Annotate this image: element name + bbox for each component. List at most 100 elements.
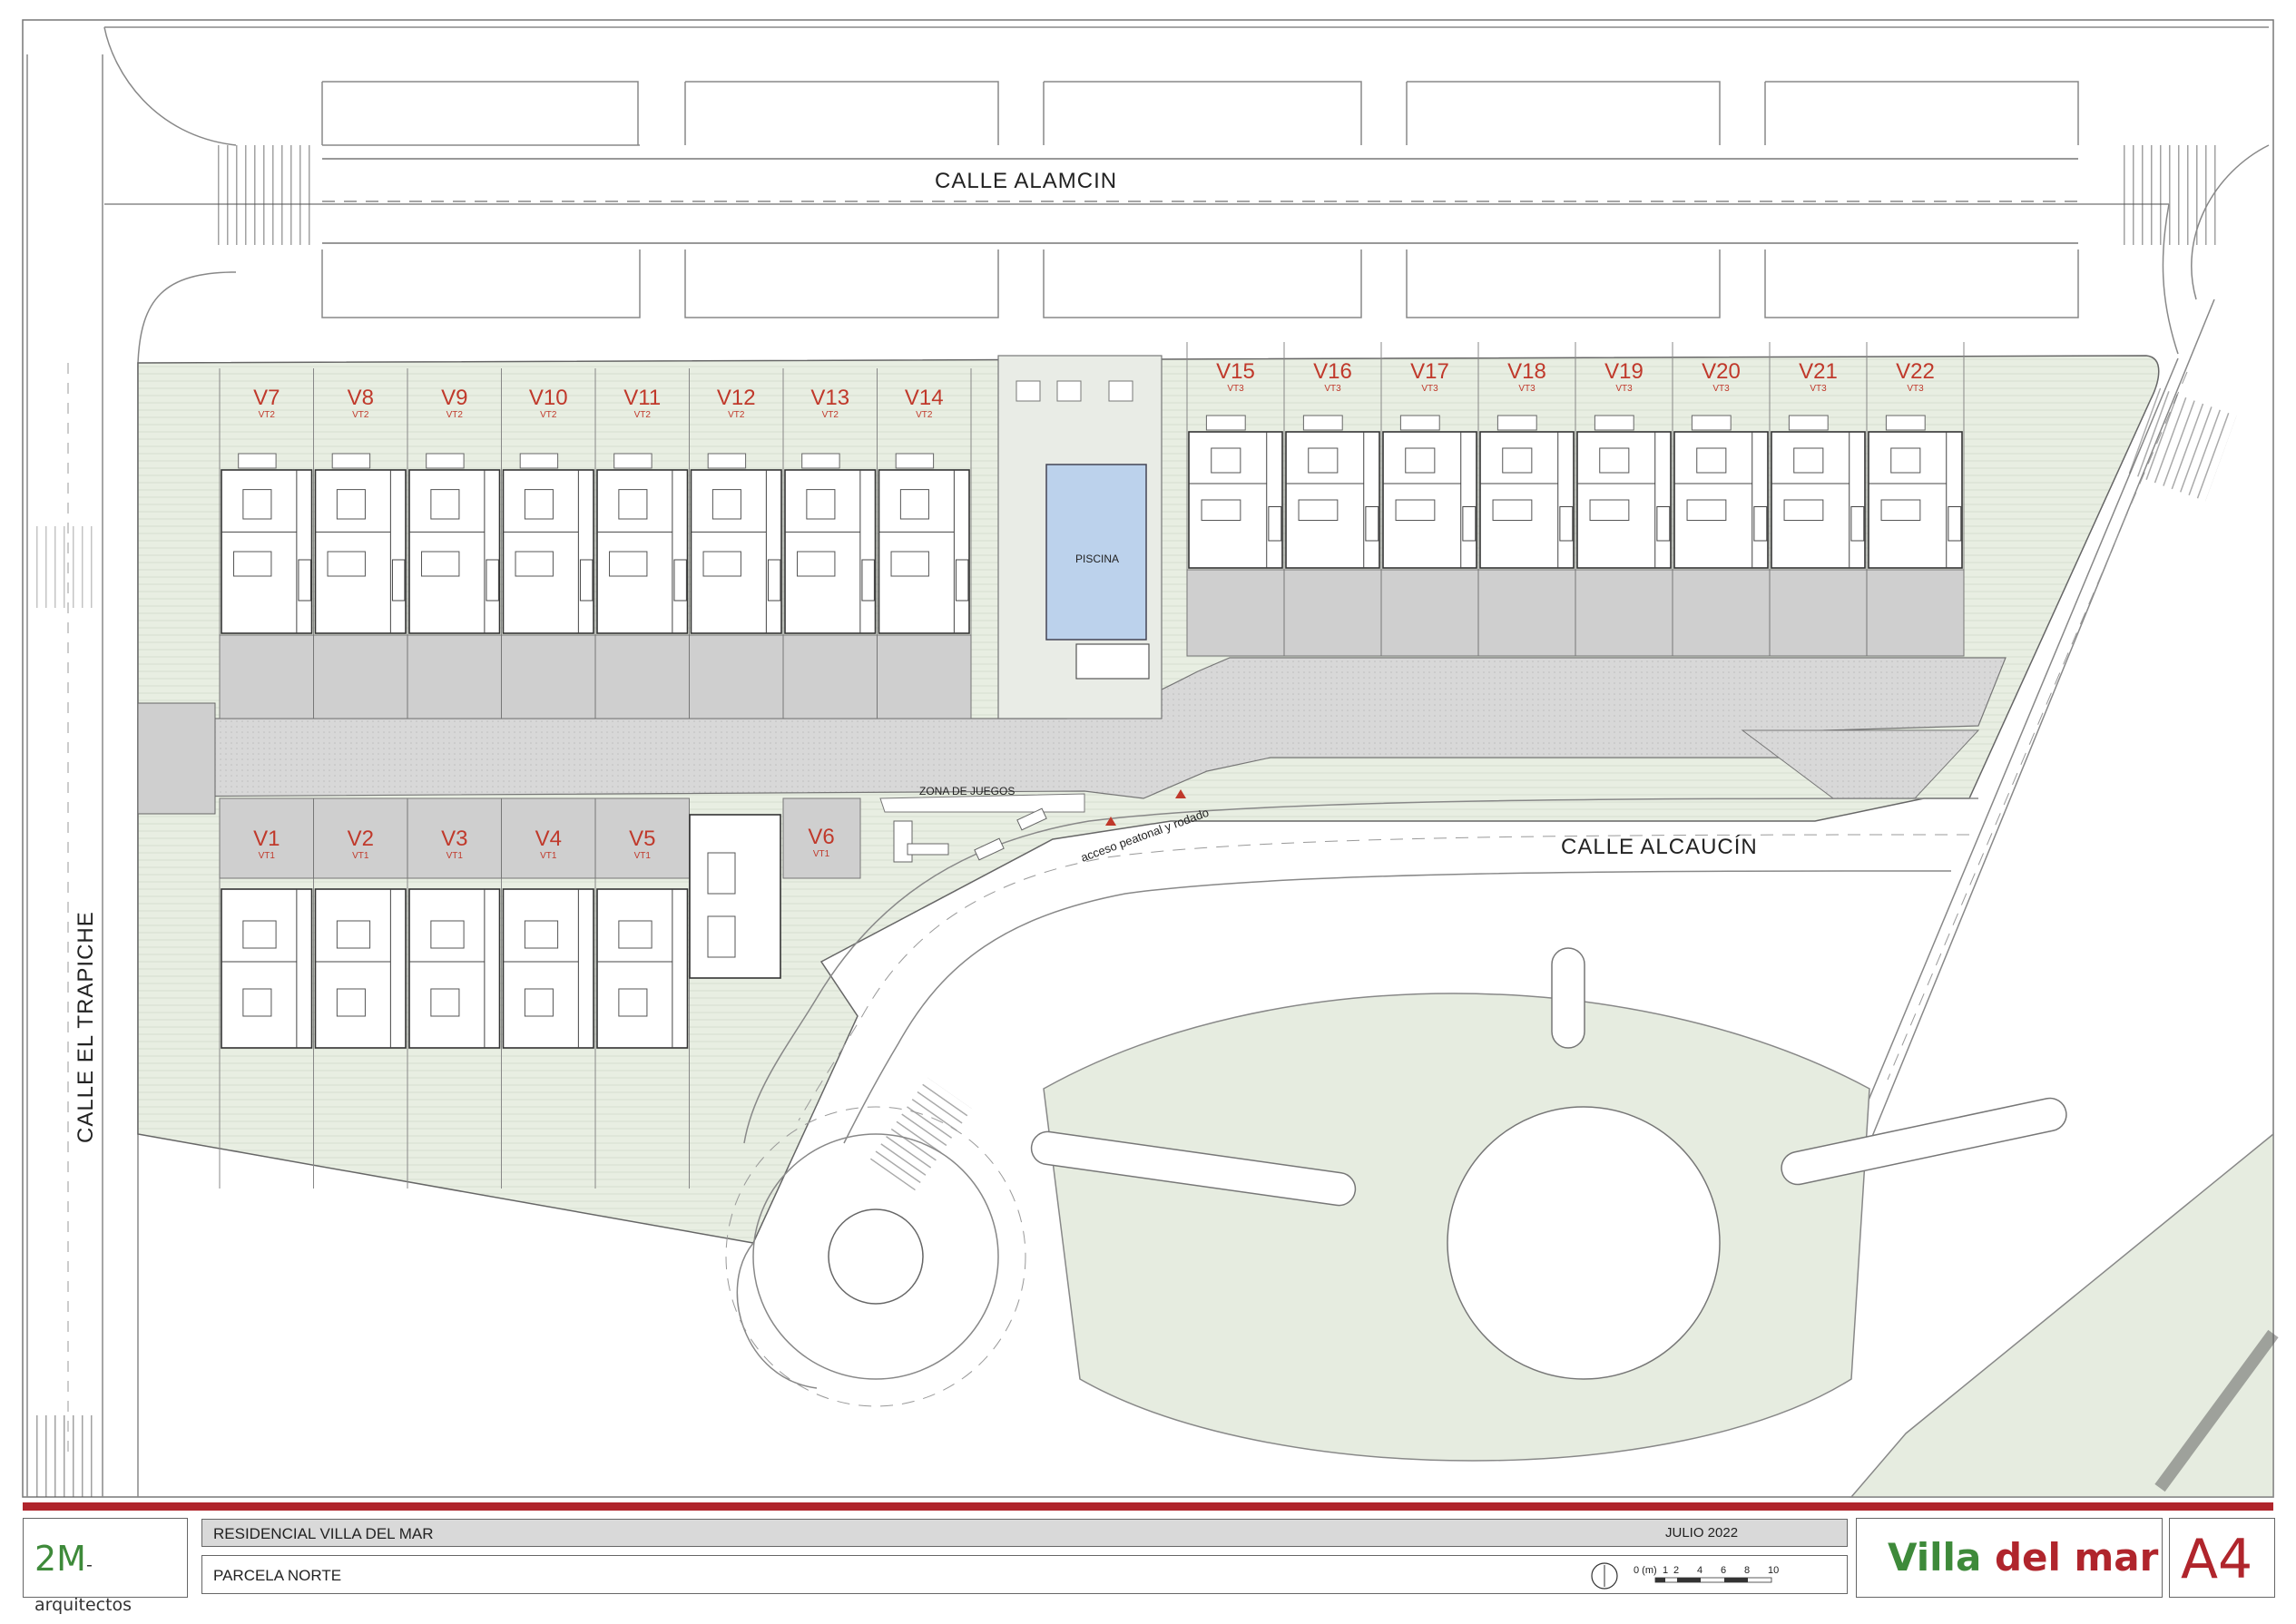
table-icon: [1405, 447, 1436, 474]
villa-label: V2: [348, 827, 374, 851]
sofa-icon: [524, 920, 559, 949]
sofa-icon: [1395, 499, 1436, 521]
villa-label: V8: [348, 386, 374, 410]
table-icon: [524, 489, 554, 520]
sofa-icon: [1783, 499, 1824, 521]
sofa-icon: [1589, 499, 1630, 521]
villa-label: V16: [1313, 359, 1352, 384]
table-icon: [1696, 447, 1727, 474]
architect-logo: 2M-arquitectos: [34, 1539, 187, 1619]
villa-label: V20: [1702, 359, 1741, 384]
street-label-alcaucin: CALLE ALCAUCÍN: [1561, 835, 1758, 859]
sofa-icon: [327, 551, 366, 577]
sofa-icon: [336, 920, 371, 949]
scale-tick-label: 1: [1663, 1565, 1668, 1576]
villa-label: V9: [441, 386, 467, 410]
sofa-icon: [233, 551, 272, 577]
villa-type: VT1: [352, 851, 369, 861]
villa-type: VT3: [1518, 384, 1536, 394]
table-icon: [806, 489, 836, 520]
sofa-icon: [618, 920, 652, 949]
street-label-trapiche: CALLE EL TRAPICHE: [74, 911, 98, 1143]
brand-text-b: del mar: [1994, 1535, 2159, 1580]
sofa-icon: [421, 551, 460, 577]
street-label-alamcin: CALLE ALAMCIN: [935, 169, 1117, 193]
table-icon: [430, 489, 460, 520]
pool-label: PISCINA: [1075, 553, 1119, 565]
villa-label: V10: [529, 386, 568, 410]
villa-label: V18: [1507, 359, 1546, 384]
villa-type: VT2: [540, 410, 557, 420]
project-name: RESIDENCIAL VILLA DEL MAR: [213, 1525, 434, 1542]
villa-type: VT1: [813, 849, 830, 859]
villa-type: VT3: [1615, 384, 1633, 394]
villa-label: V6: [808, 825, 834, 849]
sofa-icon: [242, 920, 277, 949]
table-icon: [242, 988, 272, 1017]
villa-label: V4: [535, 827, 562, 851]
table-icon: [524, 988, 554, 1017]
sofa-icon: [797, 551, 836, 577]
scale-tick-label: 6: [1721, 1565, 1726, 1576]
table-icon: [1793, 447, 1824, 474]
villa-type: VT1: [634, 851, 652, 861]
villa-label: V11: [623, 386, 661, 410]
table-icon: [1308, 447, 1339, 474]
sofa-icon: [609, 551, 648, 577]
scale-tick-label: 8: [1744, 1565, 1750, 1576]
villa-type: VT3: [1712, 384, 1730, 394]
villa-label: V21: [1799, 359, 1838, 384]
sheet-size-box: A4: [2169, 1518, 2275, 1598]
site-plan: CALLE ALAMCIN CALLE EL TRAPICHE CALLE AL…: [22, 19, 2279, 1498]
villa-type: VT3: [1227, 384, 1244, 394]
table-icon: [242, 489, 272, 520]
table-icon: [430, 988, 460, 1017]
villa-label: V3: [441, 827, 467, 851]
table-icon: [336, 489, 366, 520]
parcel-name: PARCELA NORTE: [213, 1567, 342, 1584]
villa-label: V13: [810, 386, 849, 410]
villa-type: VT2: [634, 410, 652, 420]
brand-box: Villa del mar: [1856, 1518, 2163, 1598]
table-icon: [1599, 447, 1630, 474]
villa-type: VT3: [1324, 384, 1341, 394]
scale-unit: 0 (m): [1634, 1565, 1657, 1576]
scale-tick-label: 4: [1697, 1565, 1702, 1576]
villa-label: V5: [629, 827, 655, 851]
villa-type: VT3: [1810, 384, 1827, 394]
sofa-icon: [1686, 499, 1727, 521]
villa-type: VT2: [259, 410, 276, 420]
table-icon: [336, 988, 366, 1017]
villa-type: VT2: [916, 410, 933, 420]
project-date: JULIO 2022: [1665, 1525, 1739, 1541]
brand-logo: Villa del mar: [1888, 1535, 2158, 1580]
villa-type: VT2: [728, 410, 745, 420]
villa-label: V19: [1604, 359, 1644, 384]
villa-type: VT2: [822, 410, 839, 420]
table-icon: [618, 489, 648, 520]
villa-label: V14: [905, 386, 944, 410]
sofa-icon: [702, 551, 741, 577]
villa-type: VT3: [1907, 384, 1924, 394]
villa-type: VT2: [446, 410, 464, 420]
villa-label: V15: [1216, 359, 1255, 384]
pool-area: PISCINA: [997, 355, 1163, 719]
table-icon: [711, 489, 741, 520]
table-icon: [899, 489, 929, 520]
table-icon: [1890, 447, 1921, 474]
project-row: RESIDENCIAL VILLA DEL MAR JULIO 2022: [201, 1519, 1848, 1547]
villa-label: V17: [1410, 359, 1449, 384]
villa-type: VT2: [352, 410, 369, 420]
scale-tick-label: 10: [1768, 1565, 1779, 1576]
sofa-icon: [1298, 499, 1339, 521]
sofa-icon: [1492, 499, 1533, 521]
villa-type: VT3: [1421, 384, 1438, 394]
villa-type: VT1: [540, 851, 557, 861]
sofa-icon: [1880, 499, 1921, 521]
scale-tick-label: 2: [1673, 1565, 1679, 1576]
logo-main-text: 2M: [34, 1539, 86, 1579]
table-icon: [1211, 447, 1241, 474]
sofa-icon: [1201, 499, 1241, 521]
villa-label: V12: [717, 386, 756, 410]
title-block-rule: [23, 1502, 2273, 1511]
